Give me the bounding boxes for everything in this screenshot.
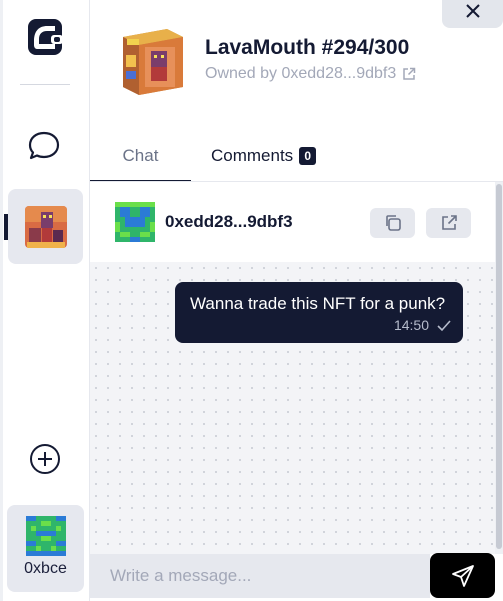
- comments-count-badge: 0: [299, 147, 317, 165]
- scrollbar[interactable]: [495, 182, 503, 554]
- message-time: 14:50: [393, 317, 429, 333]
- message-input[interactable]: [90, 554, 430, 598]
- message-text: Wanna trade this NFT for a punk?: [190, 294, 446, 313]
- open-profile-button[interactable]: [426, 208, 471, 238]
- external-link-icon: [402, 67, 416, 81]
- sidebar-divider: [20, 84, 70, 85]
- tab-comments[interactable]: Comments 0: [211, 140, 317, 172]
- send-button[interactable]: [430, 553, 495, 598]
- current-user-tile[interactable]: 0xbce: [7, 505, 84, 592]
- tab-comments-label: Comments: [211, 146, 294, 165]
- send-icon: [451, 564, 474, 587]
- left-sidebar: 0xbce: [0, 0, 90, 601]
- close-icon: [465, 4, 480, 18]
- message-bubble[interactable]: Wanna trade this NFT for a punk? 14:50: [175, 282, 463, 343]
- owner-link[interactable]: Owned by 0xedd28...9dbf3: [205, 65, 416, 83]
- nft-conversation-tile[interactable]: [8, 189, 83, 264]
- message-list[interactable]: Wanna trade this NFT for a punk? 14:50: [90, 262, 495, 554]
- nft-title: LavaMouth #294/300: [205, 36, 410, 59]
- owner-text: Owned by 0xedd28...9dbf3: [205, 65, 397, 82]
- user-avatar: [26, 516, 66, 556]
- chat-nav-button[interactable]: [26, 128, 62, 164]
- speech-bubble-icon: [28, 131, 60, 160]
- nft-image[interactable]: [117, 25, 187, 97]
- add-conversation-button[interactable]: [28, 442, 62, 476]
- nft-thumbnail: [24, 205, 67, 248]
- tab-chat[interactable]: Chat: [90, 140, 191, 182]
- external-link-icon: [441, 215, 457, 230]
- check-icon: [437, 319, 451, 332]
- sidebar-edge: [0, 0, 3, 601]
- peer-avatar[interactable]: [115, 202, 155, 242]
- conversation-header: 0xedd28...9dbf3: [90, 182, 503, 262]
- scrollbar-thumb[interactable]: [496, 184, 502, 549]
- user-address-label: 0xbce: [24, 560, 67, 577]
- peer-address: 0xedd28...9dbf3: [165, 212, 293, 231]
- app-logo-icon[interactable]: [27, 18, 65, 56]
- plus-circle-icon: [30, 444, 60, 474]
- copy-icon: [385, 215, 401, 231]
- copy-address-button[interactable]: [370, 208, 415, 238]
- close-button[interactable]: [442, 0, 503, 28]
